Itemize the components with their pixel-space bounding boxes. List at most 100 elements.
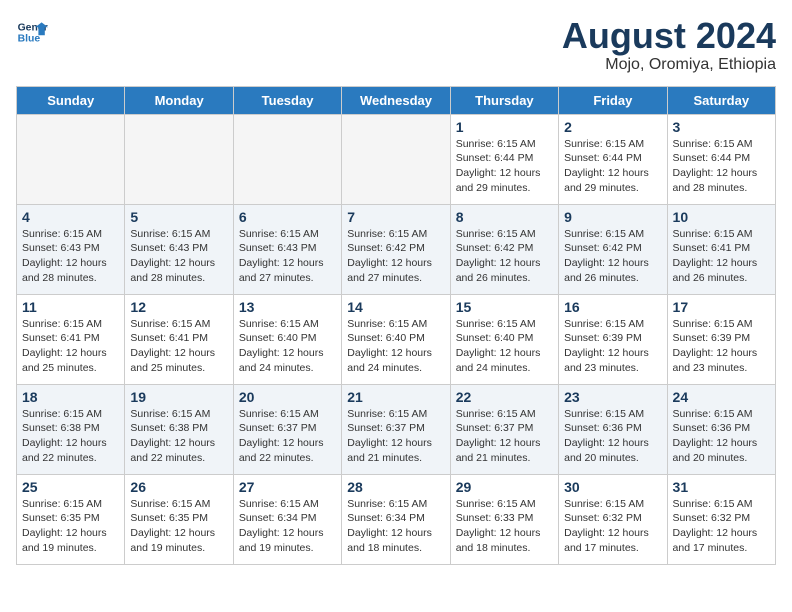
day-info: Sunrise: 6:15 AM Sunset: 6:32 PM Dayligh… — [673, 497, 770, 556]
calendar-week-row: 25 Sunrise: 6:15 AM Sunset: 6:35 PM Dayli… — [17, 474, 776, 564]
calendar-week-row: 11Sunrise: 6:15 AM Sunset: 6:41 PM Dayli… — [17, 294, 776, 384]
calendar-day-cell: 25 Sunrise: 6:15 AM Sunset: 6:35 PM Dayli… — [17, 474, 125, 564]
day-info: Sunrise: 6:15 AM Sunset: 6:34 PM Dayligh… — [239, 497, 336, 556]
calendar-day-cell: 8 Sunrise: 6:15 AM Sunset: 6:42 PM Daylig… — [450, 204, 558, 294]
day-number: 6 — [239, 209, 336, 225]
calendar-day-cell — [17, 114, 125, 204]
calendar-week-row: 18 Sunrise: 6:15 AM Sunset: 6:38 PM Dayli… — [17, 384, 776, 474]
weekday-header: Thursday — [450, 86, 558, 114]
day-number: 5 — [130, 209, 227, 225]
day-number: 25 — [22, 479, 119, 495]
month-year-title: August 2024 — [562, 16, 776, 56]
day-info: Sunrise: 6:15 AM Sunset: 6:37 PM Dayligh… — [347, 407, 444, 466]
day-info: Sunrise: 6:15 AM Sunset: 6:36 PM Dayligh… — [673, 407, 770, 466]
calendar-day-cell — [233, 114, 341, 204]
day-info: Sunrise: 6:15 AM Sunset: 6:44 PM Dayligh… — [456, 137, 553, 196]
day-number: 3 — [673, 119, 770, 135]
calendar-day-cell: 9Sunrise: 6:15 AM Sunset: 6:42 PM Daylig… — [559, 204, 667, 294]
day-info: Sunrise: 6:15 AM Sunset: 6:38 PM Dayligh… — [22, 407, 119, 466]
day-number: 28 — [347, 479, 444, 495]
day-number: 31 — [673, 479, 770, 495]
weekday-header: Wednesday — [342, 86, 450, 114]
logo: General Blue — [16, 16, 48, 48]
day-number: 18 — [22, 389, 119, 405]
day-info: Sunrise: 6:15 AM Sunset: 6:41 PM Dayligh… — [673, 227, 770, 286]
day-number: 17 — [673, 299, 770, 315]
calendar-day-cell: 22Sunrise: 6:15 AM Sunset: 6:37 PM Dayli… — [450, 384, 558, 474]
calendar-table: SundayMondayTuesdayWednesdayThursdayFrid… — [16, 86, 776, 565]
calendar-day-cell: 7Sunrise: 6:15 AM Sunset: 6:42 PM Daylig… — [342, 204, 450, 294]
weekday-header: Saturday — [667, 86, 775, 114]
location-subtitle: Mojo, Oromiya, Ethiopia — [562, 56, 776, 74]
day-info: Sunrise: 6:15 AM Sunset: 6:36 PM Dayligh… — [564, 407, 661, 466]
day-info: Sunrise: 6:15 AM Sunset: 6:37 PM Dayligh… — [239, 407, 336, 466]
calendar-week-row: 4 Sunrise: 6:15 AM Sunset: 6:43 PM Daylig… — [17, 204, 776, 294]
day-info: Sunrise: 6:15 AM Sunset: 6:43 PM Dayligh… — [130, 227, 227, 286]
calendar-day-cell: 4 Sunrise: 6:15 AM Sunset: 6:43 PM Daylig… — [17, 204, 125, 294]
svg-text:Blue: Blue — [18, 34, 41, 45]
day-info: Sunrise: 6:15 AM Sunset: 6:40 PM Dayligh… — [239, 317, 336, 376]
day-info: Sunrise: 6:15 AM Sunset: 6:35 PM Dayligh… — [130, 497, 227, 556]
weekday-header: Friday — [559, 86, 667, 114]
day-number: 4 — [22, 209, 119, 225]
title-block: August 2024 Mojo, Oromiya, Ethiopia — [562, 16, 776, 74]
weekday-header-row: SundayMondayTuesdayWednesdayThursdayFrid… — [17, 86, 776, 114]
calendar-day-cell: 20 Sunrise: 6:15 AM Sunset: 6:37 PM Dayli… — [233, 384, 341, 474]
day-info: Sunrise: 6:15 AM Sunset: 6:44 PM Dayligh… — [673, 137, 770, 196]
day-number: 2 — [564, 119, 661, 135]
day-info: Sunrise: 6:15 AM Sunset: 6:37 PM Dayligh… — [456, 407, 553, 466]
day-info: Sunrise: 6:15 AM Sunset: 6:43 PM Dayligh… — [239, 227, 336, 286]
calendar-day-cell: 17Sunrise: 6:15 AM Sunset: 6:39 PM Dayli… — [667, 294, 775, 384]
calendar-day-cell: 2 Sunrise: 6:15 AM Sunset: 6:44 PM Daylig… — [559, 114, 667, 204]
calendar-day-cell: 24 Sunrise: 6:15 AM Sunset: 6:36 PM Dayli… — [667, 384, 775, 474]
day-info: Sunrise: 6:15 AM Sunset: 6:41 PM Dayligh… — [130, 317, 227, 376]
day-info: Sunrise: 6:15 AM Sunset: 6:34 PM Dayligh… — [347, 497, 444, 556]
day-info: Sunrise: 6:15 AM Sunset: 6:41 PM Dayligh… — [22, 317, 119, 376]
day-number: 8 — [456, 209, 553, 225]
calendar-day-cell: 26Sunrise: 6:15 AM Sunset: 6:35 PM Dayli… — [125, 474, 233, 564]
calendar-day-cell: 28 Sunrise: 6:15 AM Sunset: 6:34 PM Dayli… — [342, 474, 450, 564]
calendar-day-cell: 14 Sunrise: 6:15 AM Sunset: 6:40 PM Dayli… — [342, 294, 450, 384]
calendar-day-cell: 3 Sunrise: 6:15 AM Sunset: 6:44 PM Daylig… — [667, 114, 775, 204]
day-number: 7 — [347, 209, 444, 225]
day-number: 24 — [673, 389, 770, 405]
weekday-header: Tuesday — [233, 86, 341, 114]
day-number: 21 — [347, 389, 444, 405]
day-info: Sunrise: 6:15 AM Sunset: 6:32 PM Dayligh… — [564, 497, 661, 556]
calendar-day-cell: 10Sunrise: 6:15 AM Sunset: 6:41 PM Dayli… — [667, 204, 775, 294]
calendar-day-cell: 11Sunrise: 6:15 AM Sunset: 6:41 PM Dayli… — [17, 294, 125, 384]
day-info: Sunrise: 6:15 AM Sunset: 6:38 PM Dayligh… — [130, 407, 227, 466]
calendar-day-cell: 5 Sunrise: 6:15 AM Sunset: 6:43 PM Daylig… — [125, 204, 233, 294]
calendar-day-cell: 13Sunrise: 6:15 AM Sunset: 6:40 PM Dayli… — [233, 294, 341, 384]
day-info: Sunrise: 6:15 AM Sunset: 6:33 PM Dayligh… — [456, 497, 553, 556]
day-number: 27 — [239, 479, 336, 495]
calendar-day-cell: 18 Sunrise: 6:15 AM Sunset: 6:38 PM Dayli… — [17, 384, 125, 474]
day-info: Sunrise: 6:15 AM Sunset: 6:43 PM Dayligh… — [22, 227, 119, 286]
day-number: 19 — [130, 389, 227, 405]
calendar-day-cell: 29 Sunrise: 6:15 AM Sunset: 6:33 PM Dayli… — [450, 474, 558, 564]
day-info: Sunrise: 6:15 AM Sunset: 6:44 PM Dayligh… — [564, 137, 661, 196]
calendar-day-cell: 15Sunrise: 6:15 AM Sunset: 6:40 PM Dayli… — [450, 294, 558, 384]
calendar-day-cell: 30Sunrise: 6:15 AM Sunset: 6:32 PM Dayli… — [559, 474, 667, 564]
day-number: 12 — [130, 299, 227, 315]
day-info: Sunrise: 6:15 AM Sunset: 6:42 PM Dayligh… — [456, 227, 553, 286]
day-number: 14 — [347, 299, 444, 315]
day-info: Sunrise: 6:15 AM Sunset: 6:35 PM Dayligh… — [22, 497, 119, 556]
logo-icon: General Blue — [16, 16, 48, 48]
weekday-header: Monday — [125, 86, 233, 114]
calendar-day-cell: 23 Sunrise: 6:15 AM Sunset: 6:36 PM Dayli… — [559, 384, 667, 474]
weekday-header: Sunday — [17, 86, 125, 114]
day-number: 20 — [239, 389, 336, 405]
day-number: 15 — [456, 299, 553, 315]
calendar-day-cell — [125, 114, 233, 204]
calendar-day-cell: 6 Sunrise: 6:15 AM Sunset: 6:43 PM Daylig… — [233, 204, 341, 294]
day-number: 23 — [564, 389, 661, 405]
calendar-day-cell: 31 Sunrise: 6:15 AM Sunset: 6:32 PM Dayli… — [667, 474, 775, 564]
calendar-day-cell: 16Sunrise: 6:15 AM Sunset: 6:39 PM Dayli… — [559, 294, 667, 384]
day-number: 29 — [456, 479, 553, 495]
day-number: 1 — [456, 119, 553, 135]
day-info: Sunrise: 6:15 AM Sunset: 6:40 PM Dayligh… — [347, 317, 444, 376]
calendar-day-cell: 12 Sunrise: 6:15 AM Sunset: 6:41 PM Dayli… — [125, 294, 233, 384]
day-number: 16 — [564, 299, 661, 315]
calendar-day-cell: 19 Sunrise: 6:15 AM Sunset: 6:38 PM Dayli… — [125, 384, 233, 474]
